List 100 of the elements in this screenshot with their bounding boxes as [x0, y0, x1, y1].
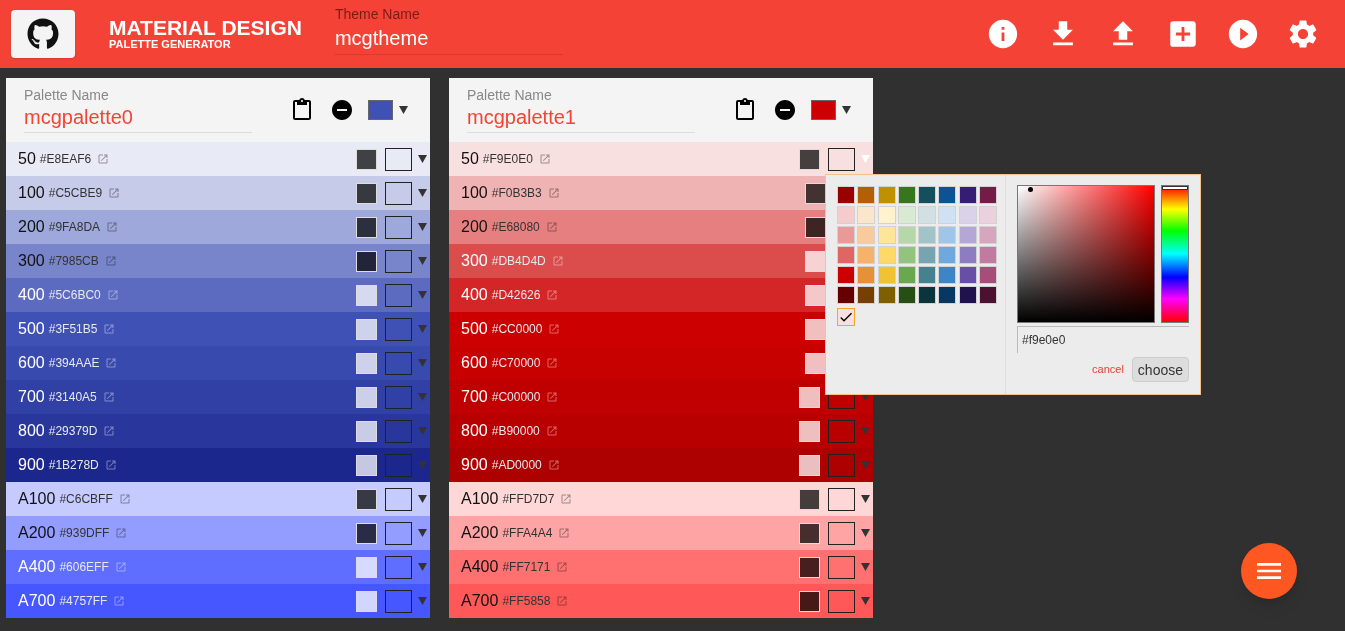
color-swatch[interactable]	[918, 206, 936, 224]
color-swatch[interactable]	[857, 246, 876, 264]
color-swatch[interactable]	[918, 266, 936, 284]
color-swatch[interactable]	[918, 226, 936, 244]
remove-icon[interactable]	[330, 98, 354, 122]
clipboard-icon[interactable]	[290, 98, 314, 122]
color-box[interactable]	[385, 453, 412, 477]
text-color-swatch[interactable]	[799, 590, 820, 612]
color-swatch[interactable]	[958, 206, 977, 224]
info-icon[interactable]	[986, 17, 1020, 51]
color-box[interactable]	[828, 147, 855, 171]
text-color-swatch[interactable]	[805, 284, 826, 306]
color-swatch[interactable]	[837, 186, 855, 204]
color-box[interactable]	[385, 351, 412, 375]
github-button[interactable]	[11, 10, 75, 58]
color-swatch[interactable]	[837, 286, 855, 304]
color-swatch[interactable]	[958, 186, 977, 204]
hue-handle[interactable]	[1162, 186, 1188, 190]
color-box[interactable]	[828, 453, 855, 477]
color-swatch[interactable]	[897, 206, 916, 224]
text-color-swatch[interactable]	[356, 556, 377, 578]
color-swatch[interactable]	[938, 206, 957, 224]
color-swatch[interactable]	[897, 186, 916, 204]
color-box[interactable]	[385, 385, 412, 409]
remove-icon[interactable]	[773, 98, 797, 122]
current-color-swatch[interactable]	[837, 308, 855, 326]
color-swatch[interactable]	[958, 286, 977, 304]
text-color-swatch[interactable]	[356, 250, 377, 272]
color-box[interactable]	[385, 521, 412, 545]
text-color-swatch[interactable]	[356, 488, 377, 510]
hue-slider[interactable]	[1161, 185, 1189, 323]
color-swatch[interactable]	[877, 266, 896, 284]
caret-icon[interactable]	[842, 106, 851, 114]
color-swatch[interactable]	[938, 226, 957, 244]
text-color-swatch[interactable]	[356, 284, 377, 306]
color-swatch[interactable]	[978, 186, 997, 204]
color-swatch[interactable]	[897, 246, 916, 264]
palette-color-box[interactable]	[811, 100, 836, 120]
color-swatch[interactable]	[918, 286, 936, 304]
color-swatch[interactable]	[978, 246, 997, 264]
color-swatch[interactable]	[978, 266, 997, 284]
color-swatch[interactable]	[897, 266, 916, 284]
color-swatch[interactable]	[978, 286, 997, 304]
color-box[interactable]	[385, 181, 412, 205]
text-color-swatch[interactable]	[356, 352, 377, 374]
color-swatch[interactable]	[857, 266, 876, 284]
color-box[interactable]	[828, 487, 855, 511]
color-swatch[interactable]	[938, 246, 957, 264]
color-swatch[interactable]	[978, 226, 997, 244]
text-color-swatch[interactable]	[356, 148, 377, 170]
color-swatch[interactable]	[958, 246, 977, 264]
caret-icon[interactable]	[861, 529, 870, 537]
palette-name-field[interactable]: mcgpalette1	[467, 103, 695, 131]
text-color-swatch[interactable]	[799, 522, 820, 544]
caret-icon[interactable]	[418, 155, 427, 163]
play-icon[interactable]	[1226, 17, 1260, 51]
text-color-swatch[interactable]	[799, 556, 820, 578]
color-box[interactable]	[385, 487, 412, 511]
theme-name-field[interactable]: mcgtheme	[334, 21, 563, 54]
color-swatch[interactable]	[938, 286, 957, 304]
color-box[interactable]	[385, 283, 412, 307]
text-color-swatch[interactable]	[799, 420, 820, 442]
color-swatch[interactable]	[877, 286, 896, 304]
caret-icon[interactable]	[418, 223, 427, 231]
saturation-value-area[interactable]	[1017, 185, 1155, 323]
color-box[interactable]	[385, 249, 412, 273]
caret-icon[interactable]	[861, 495, 870, 503]
cancel-button[interactable]: cancel	[1092, 361, 1124, 378]
text-color-swatch[interactable]	[805, 352, 826, 374]
text-color-swatch[interactable]	[799, 454, 820, 476]
palette-name-field[interactable]: mcgpalette0	[24, 103, 252, 131]
color-box[interactable]	[828, 521, 855, 545]
color-box[interactable]	[385, 317, 412, 341]
color-swatch[interactable]	[857, 186, 876, 204]
text-color-swatch[interactable]	[356, 386, 377, 408]
color-swatch[interactable]	[837, 246, 855, 264]
color-swatch[interactable]	[918, 246, 936, 264]
color-swatch[interactable]	[897, 286, 916, 304]
color-swatch[interactable]	[978, 206, 997, 224]
color-swatch[interactable]	[877, 226, 896, 244]
color-box[interactable]	[385, 215, 412, 239]
caret-icon[interactable]	[399, 106, 408, 114]
picker-handle[interactable]	[1028, 187, 1033, 192]
text-color-swatch[interactable]	[356, 454, 377, 476]
color-box[interactable]	[385, 147, 412, 171]
caret-icon[interactable]	[418, 189, 427, 197]
text-color-swatch[interactable]	[799, 386, 820, 408]
text-color-swatch[interactable]	[799, 488, 820, 510]
color-swatch[interactable]	[837, 266, 855, 284]
text-color-swatch[interactable]	[805, 216, 826, 238]
clipboard-icon[interactable]	[733, 98, 757, 122]
color-swatch[interactable]	[958, 226, 977, 244]
color-swatch[interactable]	[857, 206, 876, 224]
caret-icon[interactable]	[418, 529, 427, 537]
color-swatch[interactable]	[877, 246, 896, 264]
text-color-swatch[interactable]	[356, 590, 377, 612]
color-box[interactable]	[385, 419, 412, 443]
text-color-swatch[interactable]	[356, 216, 377, 238]
color-box[interactable]	[828, 555, 855, 579]
color-box[interactable]	[385, 589, 412, 613]
